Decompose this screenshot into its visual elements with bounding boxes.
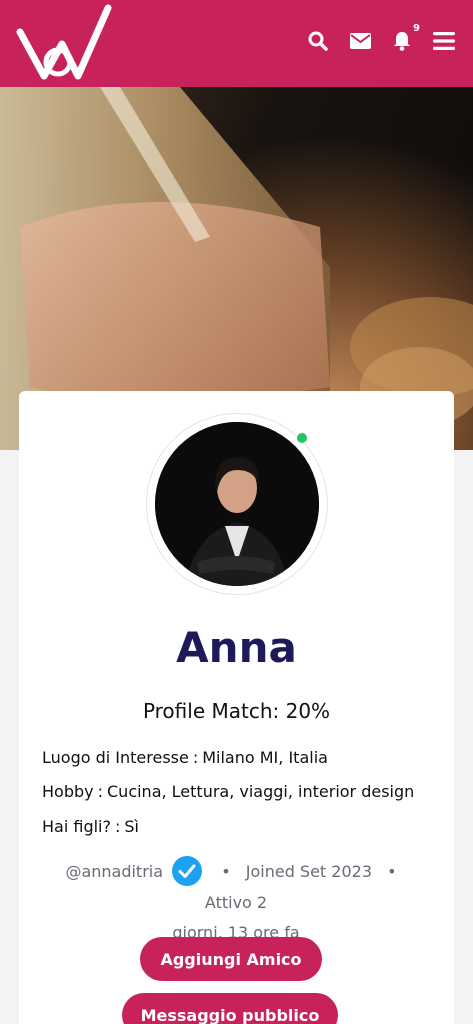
detail-value: Milano MI, Italia [202,748,328,767]
detail-label: Luogo di Interesse [42,748,189,767]
add-friend-button[interactable]: Aggiungi Amico [140,937,322,981]
online-status-dot [297,433,307,443]
match-value: 20% [285,699,331,723]
profile-card: Anna Profile Match: 20% Luogo di Interes… [19,391,454,1024]
notification-count-badge: 9 [413,23,420,34]
profile-meta: @annaditria • Joined Set 2023 • Attivo 2… [41,855,431,948]
menu-icon[interactable] [431,28,457,54]
avatar[interactable] [155,422,319,586]
profile-photo [155,422,319,586]
w-logo-icon[interactable] [14,4,114,84]
separator-dot: • [221,862,231,881]
detail-label: Hai figli? [42,817,111,836]
detail-label: Hobby [42,782,94,801]
detail-hobby: Hobby: Cucina, Lettura, viaggi, interior … [42,782,415,801]
detail-children: Hai figli?: Sì [42,817,139,836]
verified-badge-icon [172,855,203,886]
mail-icon[interactable] [347,28,373,54]
bell-icon[interactable]: 9 [389,23,420,54]
detail-location: Luogo di Interesse: Milano MI, Italia [42,748,328,767]
match-label: Profile Match: [142,699,280,723]
detail-value: Cucina, Lettura, viaggi, interior design [107,782,415,801]
joined-date: Joined Set 2023 [245,862,373,881]
profile-match: Profile Match: 20% [19,699,454,723]
last-active: Attivo 2 [204,892,268,912]
separator-dot: • [387,862,397,881]
username[interactable]: @annaditria [65,862,163,881]
public-message-button[interactable]: Messaggio pubblico [122,993,338,1024]
search-icon[interactable] [305,28,331,54]
profile-name: Anna [176,623,297,672]
top-bar: 9 [0,0,473,87]
detail-value: Sì [124,817,139,836]
